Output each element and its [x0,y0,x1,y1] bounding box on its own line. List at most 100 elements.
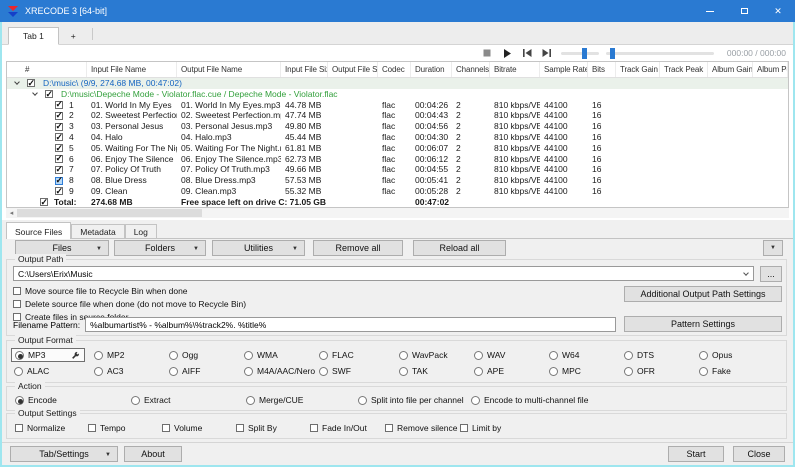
tab-settings-button[interactable]: Tab/Settings ▼ [10,446,118,462]
format-ofr[interactable]: OFR [624,366,699,376]
group-row-root[interactable]: D:\music\ (9/9, 274.68 MB, 00:47:02) [7,78,788,89]
format-alac[interactable]: ALAC [14,366,94,376]
column-header-bits[interactable]: Bits [588,62,616,77]
reload-all-button[interactable]: Reload all [413,240,506,256]
pattern-settings-button[interactable]: Pattern Settings [624,316,782,332]
close-button-footer[interactable]: Close [733,446,785,462]
setting-fade-in-out[interactable]: Fade In/Out [310,423,385,433]
subtab-source-files[interactable]: Source Files [6,222,72,239]
track-checkbox[interactable] [55,143,63,153]
folders-button[interactable]: Folders ▼ [114,240,206,256]
column-header-track-gain[interactable]: Track Gain [616,62,660,77]
column-header-duration[interactable]: Duration [411,62,452,77]
format-ape[interactable]: APE [474,366,549,376]
action-merge-cue[interactable]: Merge/CUE [246,395,358,405]
column-header-output-file-size[interactable]: Output File Size [328,62,378,77]
utilities-button[interactable]: Utilities ▼ [212,240,305,256]
setting-volume[interactable]: Volume [162,423,236,433]
remove-all-button[interactable]: Remove all [313,240,403,256]
column-header-channels[interactable]: Channels [452,62,490,77]
output-path-input[interactable]: C:\Users\Erix\Music [13,266,754,281]
track-checkbox[interactable] [55,186,63,196]
column-header-codec[interactable]: Codec [378,62,411,77]
format-aiff[interactable]: AIFF [169,366,244,376]
column-header-track-peak[interactable]: Track Peak [660,62,708,77]
column-header-input-file-name[interactable]: Input File Name [87,62,177,77]
track-checkbox[interactable] [55,110,63,121]
setting-split-by[interactable]: Split By [236,423,310,433]
volume-slider[interactable] [560,47,599,59]
seek-slider-handle[interactable] [610,47,616,59]
column-header-album-gain[interactable]: Album Gain [708,62,753,77]
format-wavpack[interactable]: WavPack [399,350,474,360]
maximize-button[interactable] [727,0,761,22]
column-header-output-file-name[interactable]: Output File Name [177,62,281,77]
collapse-icon[interactable] [32,90,38,97]
group-row-album[interactable]: D:\music\Depeche Mode - Violator.flac.cu… [7,89,788,100]
seek-slider[interactable] [605,47,714,59]
format-w64[interactable]: W64 [549,350,624,360]
track-row[interactable]: 9 09. Clean 09. Clean.mp3 55.32 MB flac … [7,186,788,197]
track-checkbox[interactable] [55,121,63,132]
action-extract[interactable]: Extract [131,395,246,405]
total-checkbox[interactable] [40,197,48,207]
setting-remove-silence[interactable]: Remove silence [385,423,460,433]
stop-button[interactable] [481,48,494,59]
format-mp3[interactable]: MP3 [11,348,85,362]
track-row[interactable]: 3 03. Personal Jesus 03. Personal Jesus.… [7,121,788,132]
track-checkbox[interactable] [55,154,63,164]
volume-slider-handle[interactable] [581,47,587,59]
track-row[interactable]: 7 07. Policy Of Truth 07. Policy Of Trut… [7,164,788,175]
format-tak[interactable]: TAK [399,366,474,376]
track-checkbox[interactable] [55,164,63,175]
column-header-album-peak[interactable]: Album Peak [753,62,788,77]
format-fake[interactable]: Fake [699,366,782,376]
format-m4a-aac-nero[interactable]: M4A/AAC/Nero [244,366,319,376]
wrench-icon[interactable] [71,351,80,360]
group-root-checkbox[interactable] [27,78,35,89]
format-flac[interactable]: FLAC [319,350,399,360]
track-row[interactable]: 4 04. Halo 04. Halo.mp3 45.44 MB flac 00… [7,132,788,143]
previous-track-button[interactable] [521,48,534,59]
format-ogg[interactable]: Ogg [169,350,244,360]
add-tab-button[interactable]: + [59,28,88,44]
format-dts[interactable]: DTS [624,350,699,360]
format-opus[interactable]: Opus [699,350,782,360]
column-header-num[interactable]: # [7,62,87,77]
format-mp2[interactable]: MP2 [94,350,169,360]
track-row[interactable]: 6 06. Enjoy The Silence 06. Enjoy The Si… [7,154,788,165]
scrollbar-thumb[interactable] [17,209,202,217]
track-checkbox[interactable] [55,175,63,186]
action-encode-to-multi-channel-file[interactable]: Encode to multi-channel file [471,395,782,405]
track-row[interactable]: 2 02. Sweetest Perfection 02. Sweetest P… [7,110,788,121]
more-options-button[interactable]: ▼ [763,240,783,256]
filename-pattern-input[interactable]: %albumartist% - %album%\%track2%. %title… [85,317,616,332]
horizontal-scrollbar[interactable]: ◂ [6,208,789,218]
column-header-sample-rate[interactable]: Sample Rate [540,62,588,77]
setting-limit-by[interactable]: Limit by [460,423,782,433]
setting-tempo[interactable]: Tempo [88,423,162,433]
play-button[interactable] [501,48,514,59]
start-button[interactable]: Start [668,446,724,462]
column-header-input-file-size[interactable]: Input File Size [281,62,328,77]
close-button[interactable]: ✕ [761,0,795,22]
track-row[interactable]: 1 01. World In My Eyes 01. World In My E… [7,100,788,111]
format-ac3[interactable]: AC3 [94,366,169,376]
subtab-log[interactable]: Log [124,224,157,238]
minimize-button[interactable] [693,0,727,22]
subtab-metadata[interactable]: Metadata [71,224,125,238]
scroll-left-icon[interactable]: ◂ [6,209,17,218]
track-row[interactable]: 5 05. Waiting For The Night 05. Waiting … [7,143,788,154]
format-wav[interactable]: WAV [474,350,549,360]
track-checkbox[interactable] [55,132,63,142]
format-mpc[interactable]: MPC [549,366,624,376]
track-row[interactable]: 8 08. Blue Dress 08. Blue Dress.mp3 57.5… [7,175,788,186]
action-split-into-file-per-channel[interactable]: Split into file per channel [358,395,471,405]
format-wma[interactable]: WMA [244,350,319,360]
about-button[interactable]: About [124,446,182,462]
additional-output-path-settings-button[interactable]: Additional Output Path Settings [624,286,782,302]
track-checkbox[interactable] [55,100,63,110]
tab-1[interactable]: Tab 1 [8,27,59,45]
option-move-source-file-to-recycle-bin-when-done[interactable]: Move source file to Recycle Bin when don… [13,284,246,297]
option-delete-source-file-when-done-do-not-move-to-recycle-bin[interactable]: Delete source file when done (do not mov… [13,297,246,310]
